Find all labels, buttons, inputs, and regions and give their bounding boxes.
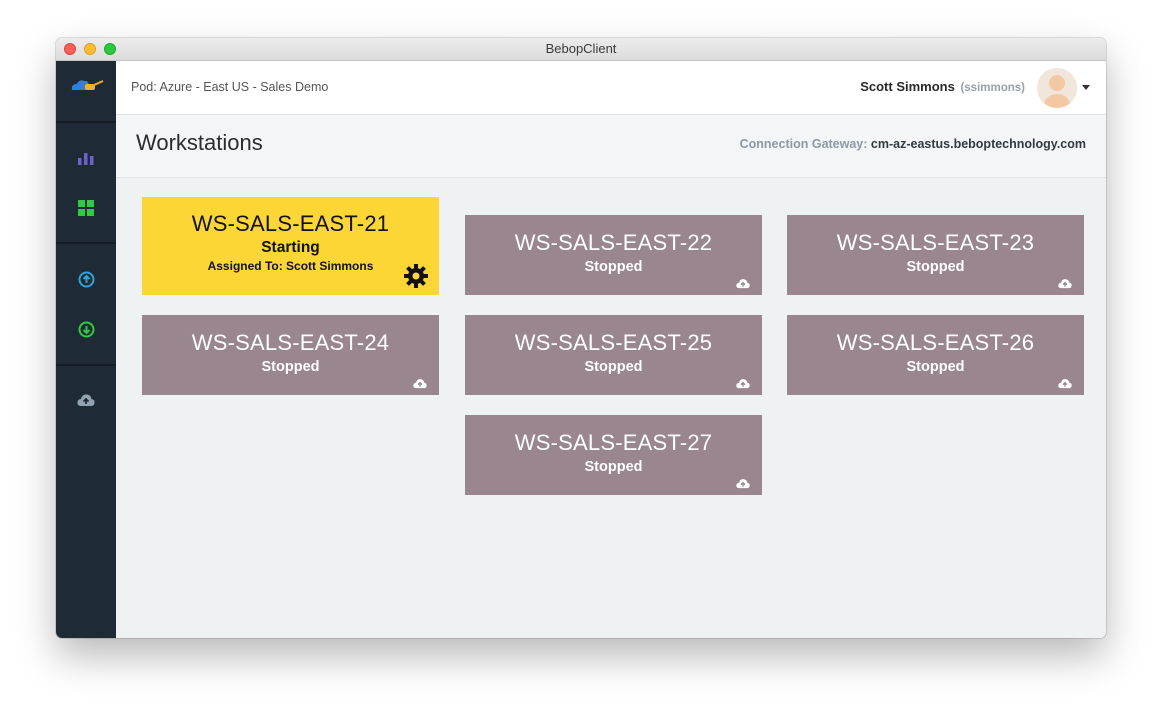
workstation-tile[interactable]: WS-SALS-EAST-25 Stopped — [465, 315, 762, 395]
zoom-window-button[interactable] — [104, 43, 116, 55]
workstation-name: WS-SALS-EAST-25 — [514, 330, 713, 355]
bar-chart-icon[interactable] — [74, 146, 98, 170]
cloud-upload-icon[interactable] — [736, 478, 750, 489]
workstation-name: WS-SALS-EAST-21 — [191, 211, 390, 236]
cloud-upload-icon[interactable] — [736, 378, 750, 389]
workstation-tile[interactable]: WS-SALS-EAST-27 Stopped — [465, 415, 762, 495]
upload-circle-icon[interactable] — [74, 267, 98, 291]
cloud-upload-icon[interactable] — [1058, 378, 1072, 389]
avatar[interactable] — [1037, 68, 1077, 108]
grid-icon[interactable] — [74, 196, 98, 220]
download-circle-icon[interactable] — [74, 317, 98, 341]
pod-label: Pod: Azure - East US - Sales Demo — [131, 80, 329, 94]
workstation-status: Stopped — [906, 259, 965, 275]
user-handle: (ssimmons) — [960, 82, 1025, 94]
minimize-window-button[interactable] — [84, 43, 96, 55]
user-menu-chevron-down-icon[interactable] — [1082, 85, 1090, 90]
workstation-name: WS-SALS-EAST-24 — [191, 330, 390, 355]
workstation-status: Stopped — [584, 459, 643, 475]
workstation-status: Stopped — [584, 359, 643, 375]
gateway-label: Connection Gateway: — [739, 137, 868, 151]
gear-icon[interactable] — [403, 263, 429, 289]
sidebar-divider — [56, 364, 116, 366]
logo-icon[interactable] — [70, 73, 104, 97]
cloud-upload-icon[interactable] — [736, 278, 750, 289]
workstation-status: Stopped — [261, 359, 320, 375]
workstation-tile[interactable]: WS-SALS-EAST-23 Stopped — [787, 215, 1084, 295]
workstation-name: WS-SALS-EAST-22 — [514, 230, 713, 255]
workstation-tile[interactable]: WS-SALS-EAST-21 Starting Assigned To: Sc… — [142, 197, 439, 295]
app-window: BebopClient Pod: Azure - East US - Sales… — [56, 38, 1106, 638]
gateway-value: cm-az-eastus.beboptechnology.com — [870, 137, 1086, 151]
workstation-name: WS-SALS-EAST-26 — [836, 330, 1035, 355]
connection-gateway: Connection Gateway: cm-az-eastus.bebopte… — [740, 137, 1086, 151]
workstation-status: Starting — [261, 239, 320, 256]
title-bar: BebopClient — [56, 38, 1106, 61]
workstation-status: Stopped — [906, 359, 965, 375]
top-bar: Pod: Azure - East US - Sales Demo Scott … — [116, 61, 1106, 115]
sidebar-divider — [56, 242, 116, 244]
cloud-upload-icon[interactable] — [413, 378, 427, 389]
workstation-tile[interactable]: WS-SALS-EAST-26 Stopped — [787, 315, 1084, 395]
cloud-upload-icon[interactable] — [74, 388, 98, 412]
sidebar — [56, 61, 116, 638]
workstation-assigned: Assigned To: Scott Simmons — [207, 259, 374, 273]
cloud-upload-icon[interactable] — [1058, 278, 1072, 289]
workstation-status: Stopped — [584, 259, 643, 275]
page-title: Workstations — [136, 130, 263, 155]
user-name[interactable]: Scott Simmons (ssimmons) — [860, 79, 1025, 94]
workstation-tile[interactable]: WS-SALS-EAST-24 Stopped — [142, 315, 439, 395]
window-title: BebopClient — [545, 41, 617, 56]
page-header: Workstations Connection Gateway: cm-az-e… — [116, 115, 1106, 178]
user-display-name: Scott Simmons — [860, 79, 955, 94]
workstation-name: WS-SALS-EAST-27 — [514, 430, 713, 455]
close-window-button[interactable] — [64, 43, 76, 55]
sidebar-divider — [56, 121, 116, 123]
workstation-name: WS-SALS-EAST-23 — [836, 230, 1035, 255]
workstation-tile[interactable]: WS-SALS-EAST-22 Stopped — [465, 215, 762, 295]
